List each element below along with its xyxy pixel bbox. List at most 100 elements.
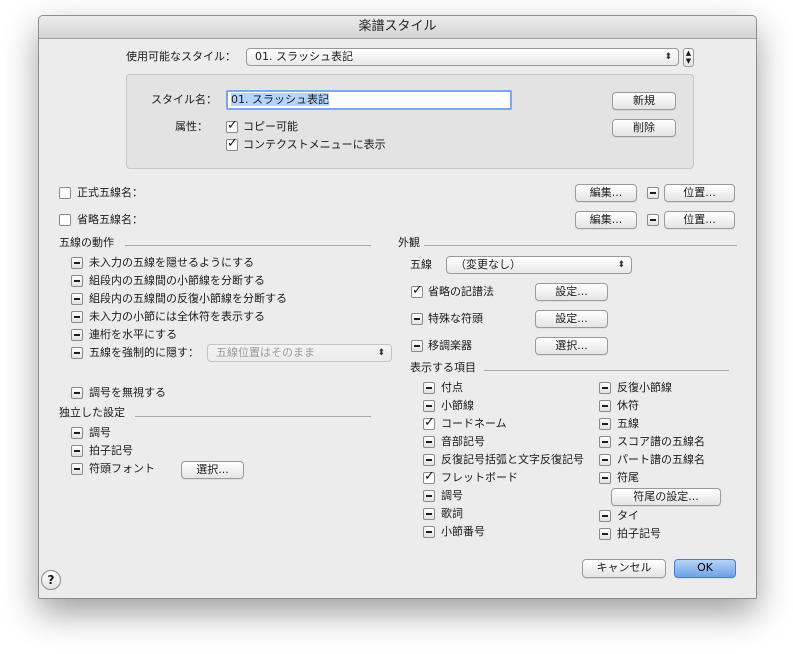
independent-checkbox-2[interactable]	[71, 445, 83, 457]
abbr-name-position-checkbox[interactable]	[647, 214, 659, 226]
behavior-label-4: 未入力の小節には全休符を表示する	[89, 310, 265, 323]
special-notehead-label: 特殊な符頭	[428, 312, 483, 325]
display-col1-checkbox-6[interactable]	[423, 469, 435, 484]
attributes-label: 属性：	[175, 120, 208, 133]
behavior-checkbox-6[interactable]	[71, 347, 83, 359]
independent-label-3: 符頭フォント	[89, 462, 155, 475]
style-stepper[interactable]: ▲ ▼	[683, 48, 694, 67]
behavior-checkbox-1[interactable]	[71, 257, 83, 269]
abbr-name-edit-button[interactable]: 編集...	[575, 211, 637, 229]
staff-behavior-separator	[125, 245, 371, 246]
display-col2-label-3: 五線	[617, 417, 639, 430]
slash-notation-checkbox[interactable]	[411, 283, 423, 298]
cancel-button[interactable]: キャンセル	[582, 559, 666, 578]
behavior-checkbox-2[interactable]	[71, 275, 83, 287]
display-col1-label-1: 付点	[441, 381, 463, 394]
available-styles-popup[interactable]: 01. スラッシュ表記 ⬍	[246, 48, 679, 66]
behavior-label-2: 組段内の五線間の小節線を分断する	[89, 274, 265, 287]
behavior-checkbox-3[interactable]	[71, 293, 83, 305]
abbr-name-position-button[interactable]: 位置...	[664, 211, 735, 229]
display-col2-label-1: 反復小節線	[617, 381, 672, 394]
transposing-select-button[interactable]: 選択...	[535, 337, 608, 355]
display-col2-label-4: スコア譜の五線名	[617, 435, 705, 448]
display-col1-checkbox-1[interactable]	[423, 382, 435, 394]
abbr-staff-name-checkbox[interactable]	[59, 214, 71, 226]
display-col2-label-6: 符尾	[617, 471, 639, 484]
behavior-label-1: 未入力の五線を隠せるようにする	[89, 256, 255, 269]
copyable-label: コピー可能	[243, 120, 298, 133]
display-items-heading: 表示する項目	[410, 361, 476, 374]
special-notehead-checkbox[interactable]	[411, 313, 423, 325]
popup-arrows-icon: ⬍	[377, 348, 385, 358]
display-col1-checkbox-8[interactable]	[423, 508, 435, 520]
style-name-field[interactable]: 01. スラッシュ表記	[226, 90, 512, 110]
display-col2-label-8: 拍子記号	[617, 527, 661, 540]
staff-appearance-value: （変更なし）	[455, 258, 521, 271]
full-staff-name-checkbox[interactable]	[59, 187, 71, 199]
independent-checkbox-1[interactable]	[71, 427, 83, 439]
staff-appearance-popup[interactable]: （変更なし） ⬍	[446, 256, 632, 274]
display-col1-label-7: 調号	[441, 489, 463, 502]
display-col1-label-5: 反復記号括弧と文字反復記号	[441, 453, 584, 466]
style-name-value: 01. スラッシュ表記	[231, 93, 329, 106]
full-name-position-button[interactable]: 位置...	[664, 184, 735, 202]
available-styles-value: 01. スラッシュ表記	[255, 50, 353, 63]
staff-appearance-label: 五線	[410, 258, 432, 271]
behavior-label-3: 組段内の五線間の反復小節線を分断する	[89, 292, 287, 305]
delete-button[interactable]: 削除	[612, 119, 676, 137]
display-col1-checkbox-5[interactable]	[423, 454, 435, 466]
full-name-edit-button[interactable]: 編集...	[575, 184, 637, 202]
transposing-label: 移調楽器	[428, 339, 472, 352]
full-staff-name-label: 正式五線名：	[77, 186, 143, 199]
dialog-window: 楽譜スタイル 使用可能なスタイル： 01. スラッシュ表記 ⬍ ▲ ▼ スタイル名…	[38, 15, 757, 599]
style-name-label: スタイル名：	[151, 93, 217, 106]
display-col1-label-4: 音部記号	[441, 435, 485, 448]
display-col1-checkbox-4[interactable]	[423, 436, 435, 448]
display-col1-checkbox-7[interactable]	[423, 490, 435, 502]
display-col1-label-3: コードネーム	[441, 417, 507, 430]
display-col2-checkbox-8[interactable]	[599, 528, 611, 540]
display-col2-checkbox-2[interactable]	[599, 400, 611, 412]
behavior-checkbox-5[interactable]	[71, 329, 83, 341]
display-col2-checkbox-3[interactable]	[599, 418, 611, 430]
appearance-separator	[424, 245, 737, 246]
slash-notation-settings-button[interactable]: 設定...	[535, 283, 608, 301]
staff-behavior-heading: 五線の動作	[59, 236, 114, 249]
notehead-font-select-button[interactable]: 選択...	[181, 461, 244, 479]
force-hide-popup[interactable]: 五線位置はそのまま ⬍	[207, 344, 392, 362]
full-name-position-checkbox[interactable]	[647, 187, 659, 199]
display-col2-checkbox-7[interactable]	[599, 510, 611, 522]
display-col2-checkbox-6[interactable]	[599, 472, 611, 484]
display-col1-label-8: 歌詞	[441, 507, 463, 520]
display-col1-label-2: 小節線	[441, 399, 474, 412]
abbr-staff-name-label: 省略五線名：	[77, 213, 143, 226]
new-button[interactable]: 新規	[612, 92, 676, 110]
display-col1-checkbox-9[interactable]	[423, 526, 435, 538]
display-col2-checkbox-4[interactable]	[599, 436, 611, 448]
display-col2-label-2: 休符	[617, 399, 639, 412]
behavior-label-6: 五線を強制的に隠す：	[89, 346, 199, 359]
transposing-checkbox[interactable]	[411, 340, 423, 352]
ok-button[interactable]: OK	[674, 559, 736, 578]
context-menu-label: コンテクストメニューに表示	[243, 138, 386, 151]
behavior-checkbox-4[interactable]	[71, 311, 83, 323]
popup-arrows-icon: ⬍	[617, 260, 625, 270]
display-col1-checkbox-3[interactable]	[423, 415, 435, 430]
independent-label-2: 拍子記号	[89, 444, 133, 457]
available-styles-label: 使用可能なスタイル：	[126, 50, 236, 63]
stem-settings-button[interactable]: 符尾の設定...	[611, 488, 721, 506]
display-col1-checkbox-2[interactable]	[423, 400, 435, 412]
slash-notation-label: 省略の記譜法	[428, 285, 494, 298]
display-col2-checkbox-5[interactable]	[599, 454, 611, 466]
window-title: 楽譜スタイル	[39, 16, 756, 39]
help-icon[interactable]: ?	[41, 570, 61, 590]
ignore-key-checkbox[interactable]	[71, 387, 83, 399]
independent-checkbox-3[interactable]	[71, 463, 83, 475]
context-menu-checkbox[interactable]	[226, 136, 238, 151]
copyable-checkbox[interactable]	[226, 118, 238, 133]
special-notehead-settings-button[interactable]: 設定...	[535, 310, 608, 328]
display-items-separator	[484, 370, 729, 371]
display-col2-checkbox-1[interactable]	[599, 382, 611, 394]
display-col2-label-5: パート譜の五線名	[617, 453, 705, 466]
display-col1-label-6: フレットボード	[441, 471, 518, 484]
